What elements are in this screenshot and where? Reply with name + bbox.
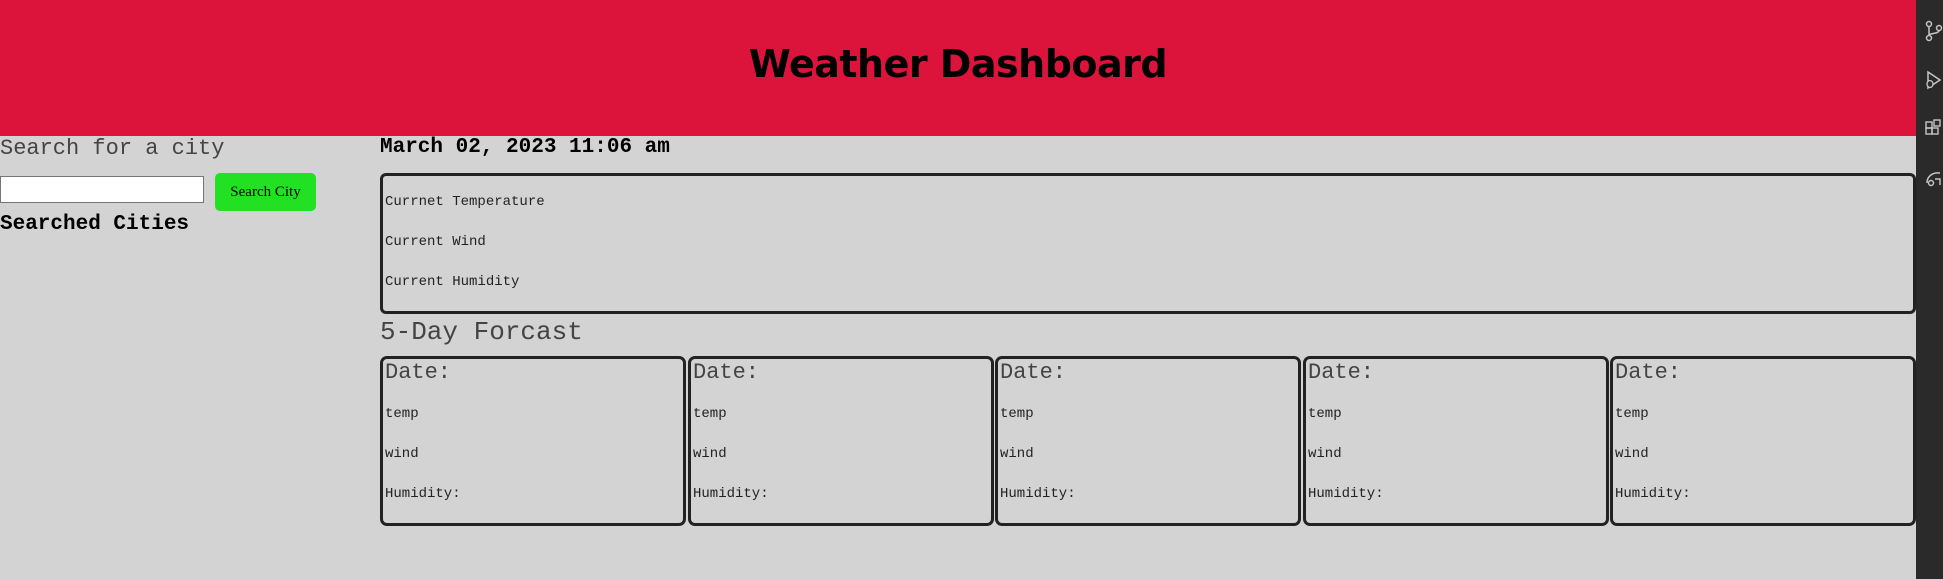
forecast-humidity: Humidity: xyxy=(385,486,461,502)
search-city-button[interactable]: Search City xyxy=(215,173,316,211)
forecast-temp: temp xyxy=(1000,406,1034,422)
current-weather-box: Currnet Temperature Current Wind Current… xyxy=(380,173,1916,314)
forecast-date: Date: xyxy=(1308,360,1375,385)
forecast-humidity: Humidity: xyxy=(1615,486,1691,502)
app-header: Weather Dashboard xyxy=(0,0,1916,136)
remote-explorer-icon[interactable] xyxy=(1924,167,1943,189)
searched-cities-heading: Searched Cities xyxy=(0,213,190,236)
forecast-card: Date: temp wind Humidity: xyxy=(995,356,1301,526)
forecast-card: Date: temp wind Humidity: xyxy=(1610,356,1916,526)
forecast-wind: wind xyxy=(1000,446,1034,462)
forecast-date: Date: xyxy=(693,360,760,385)
forecast-temp: temp xyxy=(693,406,727,422)
search-label: Search for a city xyxy=(0,136,225,161)
forecast-wind: wind xyxy=(385,446,419,462)
current-humidity: Current Humidity xyxy=(385,274,520,290)
forecast-temp: temp xyxy=(1308,406,1342,422)
current-temperature: Currnet Temperature xyxy=(385,194,545,210)
city-search-input[interactable] xyxy=(0,176,204,203)
forecast-date: Date: xyxy=(385,360,452,385)
page-title: Weather Dashboard xyxy=(748,42,1168,86)
forecast-date: Date: xyxy=(1615,360,1682,385)
forecast-wind: wind xyxy=(1615,446,1649,462)
debug-icon[interactable] xyxy=(1924,69,1943,91)
current-date-time: March 02, 2023 11:06 am xyxy=(380,136,670,159)
forecast-card: Date: temp wind Humidity: xyxy=(380,356,686,526)
extensions-icon[interactable] xyxy=(1924,118,1943,140)
source-control-icon[interactable] xyxy=(1924,20,1943,42)
forecast-title: 5-Day Forcast xyxy=(380,317,583,347)
editor-activity-bar xyxy=(1916,0,1943,579)
forecast-humidity: Humidity: xyxy=(1308,486,1384,502)
forecast-card: Date: temp wind Humidity: xyxy=(1303,356,1609,526)
forecast-wind: wind xyxy=(693,446,727,462)
forecast-card: Date: temp wind Humidity: xyxy=(688,356,994,526)
forecast-date: Date: xyxy=(1000,360,1067,385)
forecast-temp: temp xyxy=(1615,406,1649,422)
current-wind: Current Wind xyxy=(385,234,486,250)
forecast-humidity: Humidity: xyxy=(693,486,769,502)
forecast-wind: wind xyxy=(1308,446,1342,462)
forecast-humidity: Humidity: xyxy=(1000,486,1076,502)
forecast-temp: temp xyxy=(385,406,419,422)
page: Weather Dashboard Search for a city Sear… xyxy=(0,0,1916,579)
